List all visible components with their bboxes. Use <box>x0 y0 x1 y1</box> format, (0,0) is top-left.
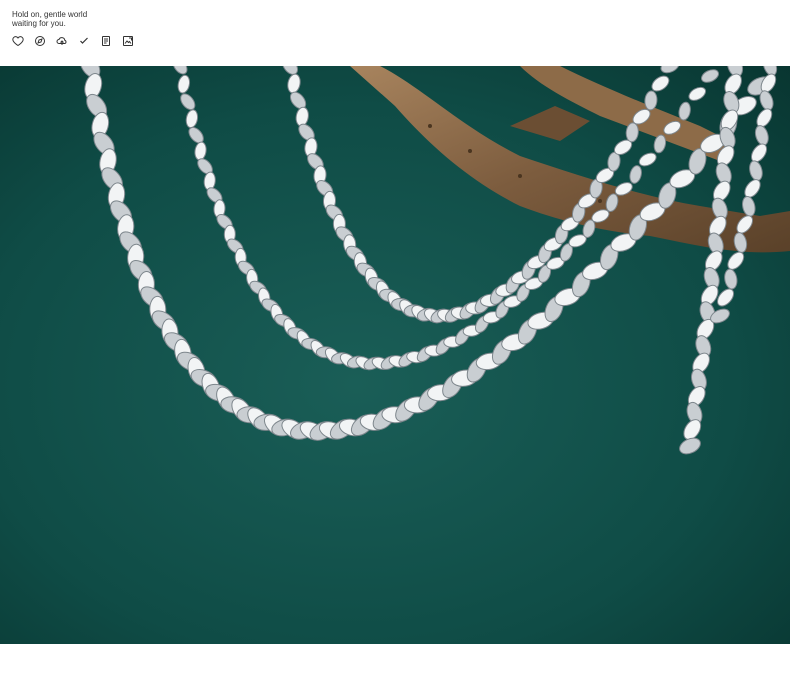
tagline-line-1: Hold on, gentle world <box>12 10 88 19</box>
heart-icon[interactable] <box>11 34 25 48</box>
compass-icon[interactable] <box>33 34 47 48</box>
footer-space <box>0 644 790 674</box>
header: Hold on, gentle world waiting for you. <box>0 0 790 64</box>
check-icon[interactable] <box>77 34 91 48</box>
product-photo <box>0 66 790 644</box>
image-edit-icon[interactable] <box>121 34 135 48</box>
tagline: Hold on, gentle world waiting for you. <box>12 10 87 28</box>
document-icon[interactable] <box>99 34 113 48</box>
action-toolbar <box>11 34 135 48</box>
necklace-image <box>0 66 790 644</box>
tagline-line-2: waiting for you. <box>12 19 66 28</box>
cloud-share-icon[interactable] <box>55 34 69 48</box>
